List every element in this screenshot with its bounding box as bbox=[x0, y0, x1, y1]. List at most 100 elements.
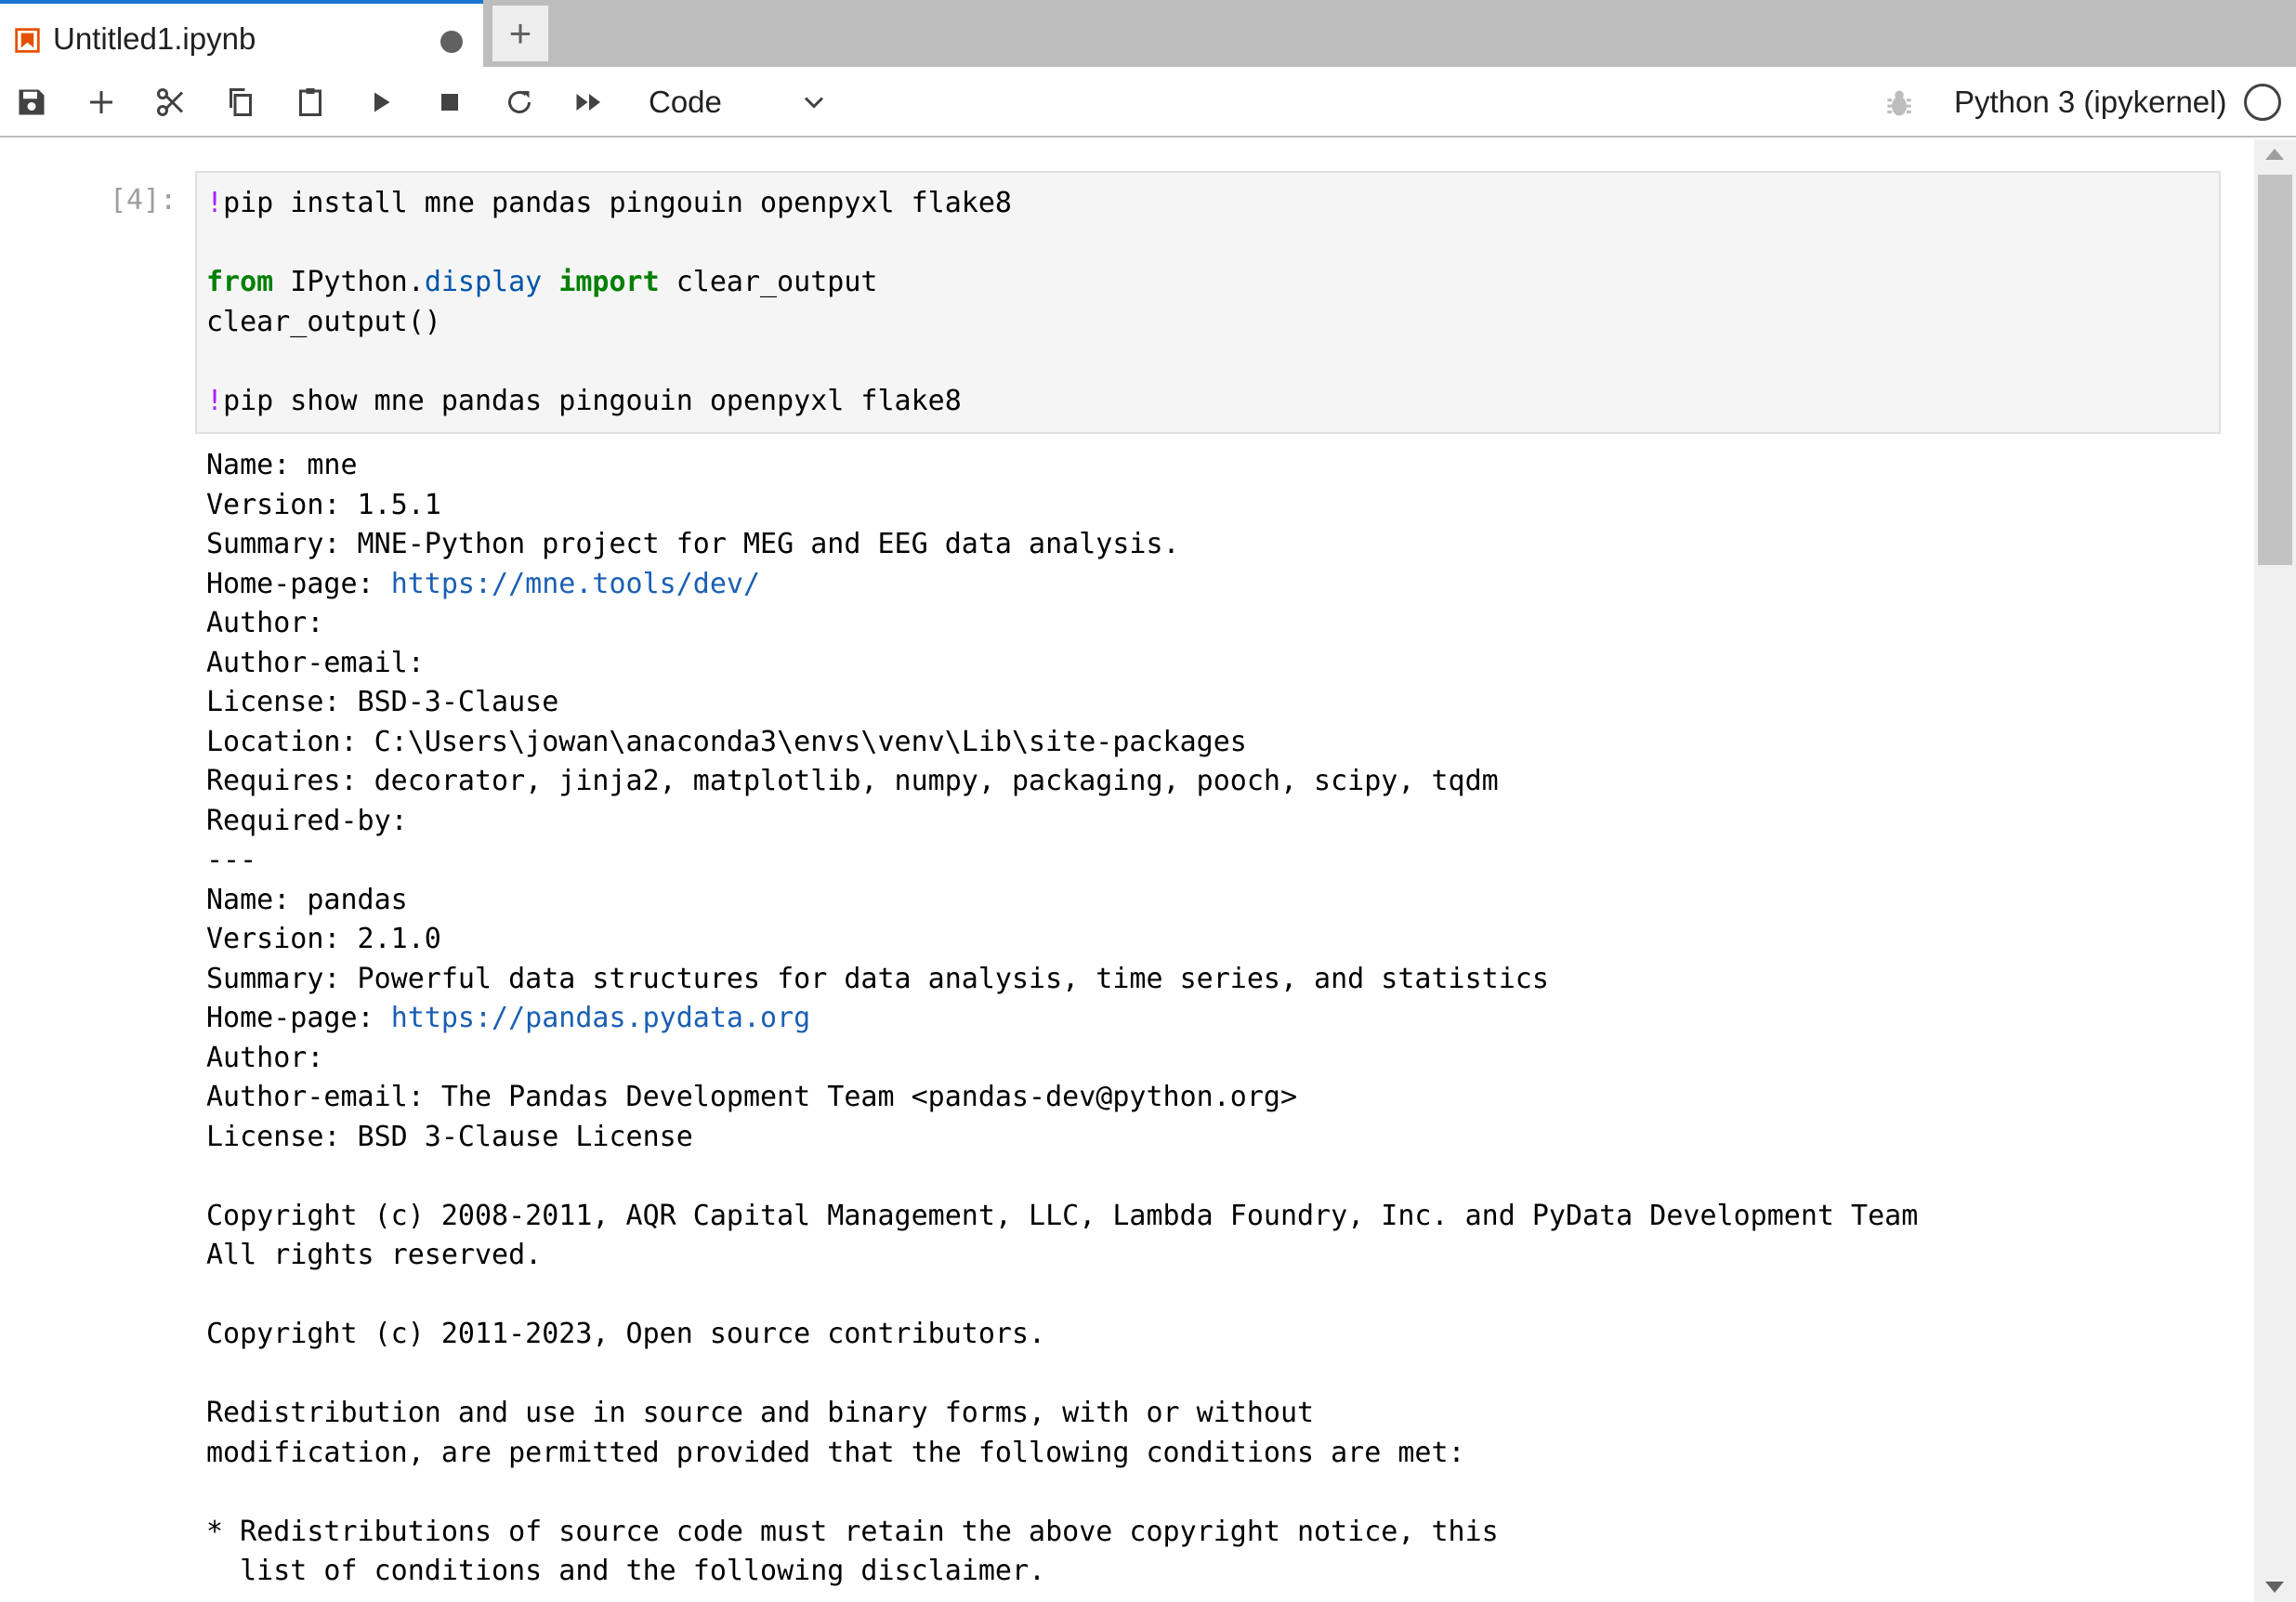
code-token: clear_output bbox=[659, 266, 878, 298]
output-line: Summary: MNE-Python project for MEG and … bbox=[206, 525, 1918, 565]
output-text: Author: bbox=[206, 607, 341, 639]
output-line: list of conditions and the following dis… bbox=[206, 1552, 1918, 1592]
output-text: Copyright (c) 2008-2011, AQR Capital Man… bbox=[206, 1199, 1919, 1232]
cut-button[interactable] bbox=[149, 80, 193, 125]
output-link[interactable]: https://pandas.pydata.org bbox=[391, 1002, 811, 1034]
paste-button[interactable] bbox=[288, 80, 333, 125]
output-line: --- bbox=[206, 841, 1918, 881]
output-line: License: BSD 3-Clause License bbox=[206, 1118, 1918, 1158]
notebook-toolbar: Code Python 3 (ipykernel) bbox=[0, 67, 2296, 138]
play-icon bbox=[374, 92, 390, 112]
cell-output: Name: mne Version: 1.5.1 Summary: MNE-Pyth… bbox=[206, 446, 1918, 1592]
kernel-status-icon bbox=[2244, 84, 2281, 121]
output-line: License: BSD-3-Clause bbox=[206, 683, 1918, 723]
plus-icon bbox=[90, 91, 112, 113]
output-line: Summary: Powerful data structures for da… bbox=[206, 960, 1918, 1000]
code-token: pip show mne pandas pingouin openpyxl fl… bbox=[223, 384, 962, 417]
output-text: Requires: decorator, jinja2, matplotlib,… bbox=[206, 765, 1499, 797]
cell-type-label: Code bbox=[649, 85, 722, 119]
cell-type-dropdown[interactable]: Code bbox=[649, 78, 834, 126]
output-line: Required-by: bbox=[206, 802, 1918, 842]
run-cell-button[interactable] bbox=[358, 80, 402, 125]
output-line: Copyright (c) 2011-2023, Open source con… bbox=[206, 1315, 1918, 1355]
add-cell-button[interactable] bbox=[79, 80, 124, 125]
save-button[interactable] bbox=[9, 80, 54, 125]
tab-bar: Untitled1.ipynb + bbox=[0, 0, 2296, 67]
save-icon bbox=[19, 89, 45, 115]
execution-count: [4]: bbox=[110, 184, 177, 217]
code-cell-input[interactable]: !pip install mne pandas pingouin openpyx… bbox=[195, 171, 2221, 434]
new-tab-button[interactable]: + bbox=[492, 6, 548, 61]
code-token: IPython. bbox=[273, 266, 425, 298]
output-text: Summary: Powerful data structures for da… bbox=[206, 962, 1549, 995]
output-text: Required-by: bbox=[206, 804, 425, 837]
code-token: ! bbox=[206, 187, 224, 219]
copy-icon bbox=[230, 88, 252, 116]
output-text: modification, are permitted provided tha… bbox=[206, 1436, 1465, 1469]
output-line: Author-email: The Pandas Development Tea… bbox=[206, 1078, 1918, 1118]
kernel-name[interactable]: Python 3 (ipykernel) bbox=[1954, 82, 2226, 123]
unsaved-dot-icon[interactable] bbox=[440, 31, 463, 53]
scrollbar-thumb[interactable] bbox=[2258, 175, 2292, 565]
output-text: Author-email: The Pandas Development Tea… bbox=[206, 1081, 1297, 1113]
code-token: from bbox=[206, 266, 274, 298]
code-token: pip install mne pandas pingouin openpyxl… bbox=[223, 187, 1012, 219]
output-line: Version: 2.1.0 bbox=[206, 920, 1918, 960]
debugger-bug-icon[interactable] bbox=[1882, 85, 1917, 121]
interrupt-kernel-button[interactable] bbox=[427, 80, 472, 125]
code-token: ! bbox=[206, 384, 224, 417]
scissors-icon bbox=[157, 88, 184, 116]
output-text: Home-page: bbox=[206, 567, 391, 600]
output-link[interactable]: https://mne.tools/dev/ bbox=[391, 568, 760, 600]
run-all-button[interactable] bbox=[567, 80, 611, 125]
scroll-up-arrow-icon[interactable] bbox=[2265, 149, 2284, 160]
tab-title: Untitled1.ipynb bbox=[53, 21, 256, 56]
restart-kernel-button[interactable] bbox=[497, 80, 542, 125]
code-line: !pip show mne pandas pingouin openpyxl f… bbox=[206, 382, 1012, 422]
output-line: Location: C:\Users\jowan\anaconda3\envs\… bbox=[206, 723, 1918, 763]
code-token: clear_output() bbox=[206, 305, 441, 338]
output-text: Version: 2.1.0 bbox=[206, 923, 441, 955]
notebook-icon bbox=[15, 28, 40, 53]
output-line: Name: pandas bbox=[206, 881, 1918, 921]
output-line: * Redistributions of source code must re… bbox=[206, 1513, 1918, 1553]
output-line: Redistribution and use in source and bin… bbox=[206, 1394, 1918, 1434]
clipboard-icon bbox=[299, 88, 321, 116]
scroll-down-arrow-icon[interactable] bbox=[2265, 1582, 2284, 1593]
code-editor[interactable]: !pip install mne pandas pingouin openpyx… bbox=[206, 184, 1012, 421]
output-text: Location: C:\Users\jowan\anaconda3\envs\… bbox=[206, 725, 1247, 758]
code-line: from IPython.display import clear_output bbox=[206, 263, 1012, 303]
output-text: --- bbox=[206, 844, 257, 876]
chevron-down-icon bbox=[804, 97, 824, 109]
output-line: Author: bbox=[206, 1039, 1918, 1079]
output-text: License: BSD-3-Clause bbox=[206, 686, 559, 718]
output-line: Author-email: bbox=[206, 644, 1918, 684]
output-text: Author-email: bbox=[206, 646, 441, 679]
code-token: import bbox=[558, 266, 660, 298]
output-text: Name: mne bbox=[206, 449, 358, 481]
notebook-tab[interactable]: Untitled1.ipynb bbox=[0, 0, 483, 67]
output-text: list of conditions and the following dis… bbox=[206, 1555, 1046, 1587]
notebook-panel: [4]: !pip install mne pandas pingouin op… bbox=[0, 139, 2254, 1602]
output-text: Home-page: bbox=[206, 1002, 391, 1034]
output-line: modification, are permitted provided tha… bbox=[206, 1434, 1918, 1474]
output-text: Summary: MNE-Python project for MEG and … bbox=[206, 528, 1180, 560]
output-text: License: BSD 3-Clause License bbox=[206, 1120, 693, 1153]
stop-icon bbox=[441, 94, 458, 111]
output-line: All rights reserved. bbox=[206, 1236, 1918, 1276]
output-text: Redistribution and use in source and bin… bbox=[206, 1397, 1315, 1429]
code-token: display bbox=[424, 266, 543, 298]
vertical-scrollbar[interactable] bbox=[2254, 139, 2296, 1602]
output-line: Name: mne bbox=[206, 446, 1918, 486]
copy-button[interactable] bbox=[218, 80, 263, 125]
output-text: Author: bbox=[206, 1041, 341, 1074]
output-line: Author: bbox=[206, 604, 1918, 644]
output-line: Version: 1.5.1 bbox=[206, 486, 1918, 526]
